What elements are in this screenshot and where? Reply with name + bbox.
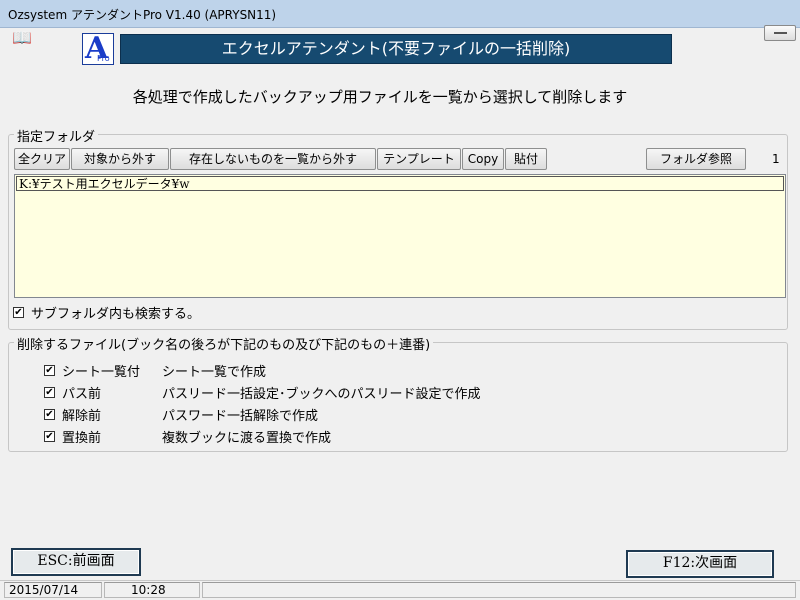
- page-banner: エクセルアテンダント(不要ファイルの一括削除): [120, 34, 672, 64]
- folder-count: 1: [772, 152, 780, 166]
- status-date: 2015/07/14: [4, 582, 102, 598]
- copy-button[interactable]: Copy: [462, 148, 504, 170]
- delete-item-name: 置換前: [62, 431, 102, 446]
- back-button[interactable]: ESC:前画面: [11, 548, 141, 576]
- minimize-button[interactable]: [764, 25, 796, 41]
- subfolder-checkbox[interactable]: ✔: [13, 307, 24, 318]
- window-title: Ozsystem アテンダントPro V1.40 (APRYSN11): [8, 8, 277, 22]
- page-subtitle: 各処理で作成したバックアップ用ファイルを一覧から選択して削除します: [132, 88, 628, 106]
- delete-item-name: 解除前: [62, 409, 102, 424]
- delete-item-checkbox[interactable]: ✔: [44, 431, 55, 442]
- clear-all-button[interactable]: 全クリア: [14, 148, 70, 170]
- logo-sub: Pro: [97, 54, 110, 63]
- minimize-icon: [774, 32, 787, 34]
- delete-item-name: パス前: [62, 387, 102, 402]
- template-button[interactable]: テンプレート: [377, 148, 461, 170]
- exclude-missing-button[interactable]: 存在しないものを一覧から外す: [170, 148, 376, 170]
- delete-item-desc: 複数ブックに渡る置換で作成: [162, 431, 332, 446]
- next-button[interactable]: F12:次画面: [626, 550, 774, 578]
- delete-item-desc: パスリード一括設定･ブックへのパスリード設定で作成: [162, 387, 481, 402]
- folder-group-legend: 指定フォルダ: [14, 126, 99, 145]
- delete-item-checkbox[interactable]: ✔: [44, 365, 55, 376]
- delete-item-desc: パスワード一括解除で作成: [162, 409, 319, 424]
- status-time: 10:28: [104, 582, 200, 598]
- browse-folder-button[interactable]: フォルダ参照: [646, 148, 746, 170]
- folder-list[interactable]: K:¥テスト用エクセルデータ¥w: [14, 174, 786, 298]
- delete-item-checkbox[interactable]: ✔: [44, 409, 55, 420]
- delete-item-checkbox[interactable]: ✔: [44, 387, 55, 398]
- folder-list-item[interactable]: K:¥テスト用エクセルデータ¥w: [16, 176, 784, 191]
- status-message: [202, 582, 796, 598]
- delete-item-name: シート一覧付: [62, 365, 141, 380]
- app-logo: A Pro: [82, 31, 114, 66]
- book-icon[interactable]: 📖: [12, 30, 36, 46]
- title-bar: Ozsystem アテンダントPro V1.40 (APRYSN11): [0, 0, 800, 28]
- delete-item-desc: シート一覧で作成: [162, 365, 267, 380]
- exclude-button[interactable]: 対象から外す: [71, 148, 169, 170]
- paste-button[interactable]: 貼付: [505, 148, 547, 170]
- subfolder-label: サブフォルダ内も検索する。: [31, 307, 201, 322]
- delete-files-legend: 削除するファイル(ブック名の後ろが下記のもの及び下記のもの＋連番): [14, 334, 434, 353]
